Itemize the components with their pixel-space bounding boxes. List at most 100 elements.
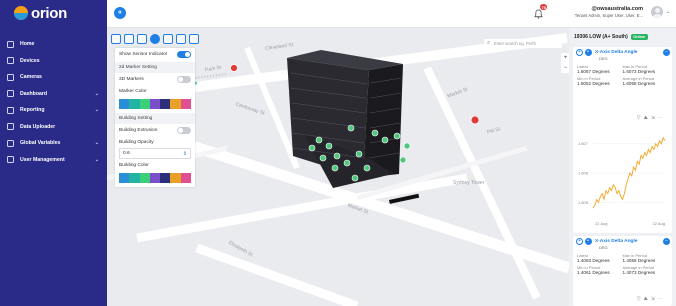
collapse-sidebar-button[interactable]: « — [114, 7, 126, 19]
color-swatch[interactable] — [170, 173, 181, 183]
building-extrusion-label: Building Extrusion — [119, 127, 158, 133]
color-swatch[interactable] — [119, 99, 130, 109]
map-search-input[interactable]: Enter search eg. Perth — [484, 39, 562, 48]
notification-bell-icon[interactable] — [534, 9, 543, 19]
sidebar-item-global-variables[interactable]: Global Variables ⌄ — [0, 135, 107, 152]
sidebar-item-home[interactable]: Home — [0, 36, 107, 53]
average-value: 1.4073 Degrees — [622, 270, 656, 275]
color-swatch[interactable] — [180, 173, 191, 183]
building-opacity-select[interactable]: 0.6 ⇕ — [119, 148, 191, 159]
avatar[interactable] — [651, 6, 663, 18]
sidebar-item-user-management[interactable]: User Management ⌄ — [0, 152, 107, 169]
chevron-down-icon[interactable]: ⌄ — [666, 9, 670, 15]
chevron-down-icon: ⌄ — [94, 140, 99, 146]
filter-icon[interactable]: ▽ — [637, 115, 644, 121]
color-swatch[interactable] — [139, 173, 150, 183]
show-sensor-indicator-toggle[interactable] — [177, 50, 191, 58]
chart-type-icon[interactable]: ⛰ — [644, 296, 651, 302]
more-icon[interactable]: ⋯ — [658, 115, 666, 121]
map-tool-icon[interactable] — [163, 34, 173, 44]
dashboard-icon — [7, 90, 14, 98]
sidebar-item-label: Data Uploader — [20, 123, 56, 130]
color-swatch[interactable] — [180, 99, 191, 109]
max-value: 1.4068 Degrees — [622, 258, 656, 263]
collapse-icon[interactable]: − — [663, 238, 670, 245]
zoom-in-button[interactable]: + — [561, 53, 569, 63]
sidebar-item-devices[interactable]: Devices — [0, 53, 107, 70]
more-icon[interactable]: ⋯ — [658, 296, 666, 302]
sidebar-item-label: Cameras — [20, 74, 42, 81]
metric-stats: Latest 1.4063 Degrees Max in Period 1.4068… — [573, 250, 672, 275]
sensor-card: + • X-Axis Delta Angle − DEG Latest 1.606… — [573, 47, 672, 233]
add-icon[interactable]: + — [576, 48, 583, 56]
x-tick-label: 22 Aug — [595, 221, 607, 226]
color-swatch[interactable] — [139, 99, 150, 109]
filter-icon[interactable]: ▽ — [637, 296, 644, 302]
top-bar: « 75 @owsaustralia.com Tenant Admin, Sup… — [107, 0, 676, 28]
average-value: 1.6058 Degrees — [622, 81, 656, 86]
color-swatch[interactable] — [119, 173, 130, 183]
min-value: 1.6052 Degrees — [577, 81, 610, 86]
color-swatch[interactable] — [149, 173, 161, 183]
devices-icon — [7, 57, 14, 65]
metric-title[interactable]: X-Axis Delta Angle — [595, 239, 637, 244]
map-view[interactable]: Cleveland St Market St Centreway St Park… — [107, 28, 569, 306]
add-icon[interactable]: + — [576, 237, 583, 245]
metric-title[interactable]: X-Axis Delta Angle — [595, 50, 637, 55]
sidebar-item-dashboard[interactable]: Dashboard ⌄ — [0, 86, 107, 103]
orion-logo-icon — [14, 6, 28, 20]
user-menu[interactable]: @owsaustralia.com Tenant Admin, Super Us… — [569, 6, 643, 18]
target-tool-icon[interactable] — [124, 34, 134, 44]
y-tick-label: 1.606 — [578, 171, 589, 176]
sidebar-item-label: User Management — [20, 156, 65, 163]
globe-tool-icon[interactable] — [150, 34, 160, 44]
building-tool-icon[interactable] — [189, 34, 199, 44]
sidebar-nav: Home Devices Cameras Dashboard ⌄ Reportin… — [0, 36, 107, 168]
camera-icon — [7, 73, 14, 81]
y-tick-label: 1.607 — [578, 141, 589, 146]
x-tick-label: 22 Aug — [653, 221, 665, 226]
color-swatch[interactable] — [129, 99, 140, 109]
sensor-card: + • X-Axis Delta Angle − DEG Latest 1.406… — [573, 236, 672, 306]
sensor-panel: 19306 LOW (A+ South) Online + • X-Axis D… — [569, 28, 676, 306]
reporting-icon — [7, 106, 14, 114]
settings-icon[interactable]: • — [584, 48, 592, 56]
map-settings-panel: Show Sensor Indicator 2d Marker Setting … — [115, 48, 195, 187]
zoom-out-button[interactable]: − — [561, 63, 569, 73]
show-sensor-indicator-row: Show Sensor Indicator — [115, 48, 195, 60]
brand-name: orion — [31, 4, 67, 22]
variables-icon — [7, 139, 14, 147]
building-opacity-value: 0.6 — [123, 151, 130, 156]
grid-tool-icon[interactable] — [176, 34, 186, 44]
map-toolbar — [111, 34, 199, 44]
marker-settings-header: 2d Marker Setting — [115, 62, 195, 73]
sidebar-item-reporting[interactable]: Reporting ⌄ — [0, 102, 107, 119]
draw-tool-icon[interactable] — [111, 34, 121, 44]
brand-logo[interactable]: orion — [14, 4, 67, 22]
color-swatch[interactable] — [170, 99, 181, 109]
sidebar-item-data-uploader[interactable]: Data Uploader — [0, 119, 107, 136]
expand-icon[interactable]: ⇲ — [651, 115, 658, 121]
users-icon — [7, 156, 14, 164]
color-swatch[interactable] — [149, 99, 161, 109]
sensor-name: 19306 LOW (A+ South) — [574, 33, 628, 40]
sidebar-item-label: Dashboard — [20, 90, 48, 97]
line-chart[interactable]: 1.607 1.606 1.605 22 Aug 22 Aug — [577, 125, 668, 229]
building-color-label: Building Color — [119, 162, 149, 168]
building-extrusion-toggle[interactable] — [177, 126, 191, 134]
color-swatch[interactable] — [160, 99, 171, 109]
building-color-palette[interactable] — [119, 173, 191, 183]
collapse-icon[interactable]: − — [663, 49, 670, 56]
sidebar-item-label: Home — [20, 41, 35, 48]
upload-icon — [7, 123, 14, 131]
layers-tool-icon[interactable] — [137, 34, 147, 44]
chart-type-icon[interactable]: ⛰ — [644, 115, 651, 121]
latest-value: 1.4063 Degrees — [577, 258, 610, 263]
marker-color-palette[interactable] — [119, 99, 191, 109]
settings-icon[interactable]: • — [584, 237, 592, 245]
color-swatch[interactable] — [129, 173, 140, 183]
expand-icon[interactable]: ⇲ — [651, 296, 658, 302]
sidebar-item-cameras[interactable]: Cameras — [0, 69, 107, 86]
color-swatch[interactable] — [160, 173, 171, 183]
3d-markers-toggle[interactable] — [177, 75, 191, 83]
